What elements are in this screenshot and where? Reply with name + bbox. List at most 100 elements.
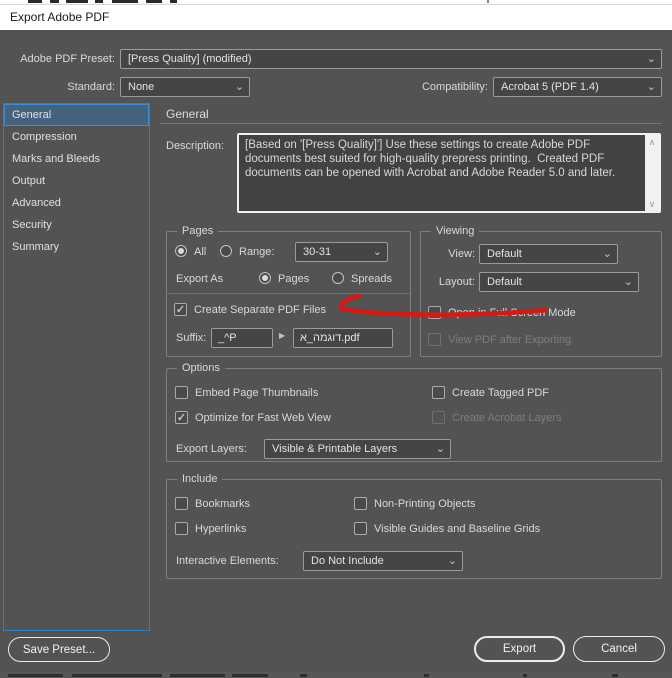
triangle-right-icon: ▶ <box>279 331 286 340</box>
sidebar-item-label: Security <box>12 219 52 231</box>
optimize-fast-web-view-checkbox[interactable]: ✓ <box>175 411 188 424</box>
export-button[interactable]: Export <box>474 636 565 662</box>
radio-dot <box>178 248 184 254</box>
range-radio-label: Range: <box>239 246 275 258</box>
sidebar-item-compression[interactable]: Compression <box>4 126 149 148</box>
include-group-legend: Include <box>177 473 223 485</box>
preset-value: [Press Quality] (modified) <box>128 53 252 65</box>
pages-group: Pages All Range: 30-31 ⌄ Export As Pages… <box>166 225 411 357</box>
compatibility-label: Compatibility: <box>421 81 488 93</box>
range-value: 30-31 <box>303 246 332 258</box>
save-preset-button[interactable]: Save Preset... <box>8 637 110 662</box>
spreads-radio-label: Spreads <box>351 273 392 285</box>
scroll-down-icon[interactable]: ∨ <box>645 197 659 211</box>
interactive-elements-select[interactable]: Do Not Include ⌄ <box>303 551 463 571</box>
create-separate-pdf-files-label: Create Separate PDF Files <box>194 304 327 316</box>
all-radio[interactable] <box>175 245 187 257</box>
background-app-sliver-bottom <box>0 672 672 678</box>
range-select[interactable]: 30-31 ⌄ <box>295 242 388 262</box>
description-scrollbar[interactable]: ∧ ∨ <box>645 135 659 211</box>
sidebar-item-output[interactable]: Output <box>4 170 149 192</box>
sidebar-item-label: Summary <box>12 241 60 253</box>
compatibility-select[interactable]: Acrobat 5 (PDF 1.4) ⌄ <box>493 77 662 97</box>
visible-guides-checkbox[interactable] <box>354 522 367 535</box>
range-radio[interactable] <box>220 245 232 257</box>
open-full-screen-label: Open in Full Screen Mode <box>448 307 576 319</box>
radio-dot <box>262 275 268 281</box>
chevron-down-icon: ⌄ <box>623 276 633 288</box>
compatibility-value: Acrobat 5 (PDF 1.4) <box>501 81 599 93</box>
view-value: Default <box>487 248 522 260</box>
view-pdf-after-exporting-label: View PDF after Exporting <box>448 334 572 346</box>
dialog-title-bar[interactable]: Export Adobe PDF <box>0 4 672 30</box>
chevron-down-icon: ⌄ <box>447 555 457 567</box>
chevron-down-icon: ⌄ <box>435 443 445 455</box>
create-tagged-pdf-checkbox[interactable] <box>432 386 445 399</box>
settings-section-list: General Compression Marks and Bleeds Out… <box>3 103 150 631</box>
pages-radio[interactable] <box>259 272 271 284</box>
heading-divider <box>160 123 662 124</box>
filename-preview-field: דוגמה_א.pdf <box>293 328 393 348</box>
sidebar-item-security[interactable]: Security <box>4 214 149 236</box>
optimize-fast-web-view-label: Optimize for Fast Web View <box>195 412 331 424</box>
check-icon: ✓ <box>176 412 187 424</box>
standard-select[interactable]: None ⌄ <box>120 77 250 97</box>
hyperlinks-checkbox[interactable] <box>175 522 188 535</box>
embed-page-thumbnails-checkbox[interactable] <box>175 386 188 399</box>
check-icon: ✓ <box>175 304 186 316</box>
description-text: [Based on '[Press Quality]'] Use these s… <box>245 139 616 179</box>
create-acrobat-layers-label: Create Acrobat Layers <box>452 412 562 424</box>
create-acrobat-layers-checkbox <box>432 411 445 424</box>
sidebar-item-advanced[interactable]: Advanced <box>4 192 149 214</box>
dialog-title: Export Adobe PDF <box>10 10 110 24</box>
bookmarks-label: Bookmarks <box>195 498 251 510</box>
export-layers-label: Export Layers: <box>176 443 247 455</box>
layout-label: Layout: <box>438 276 475 288</box>
suffix-label: Suffix: <box>176 332 207 344</box>
hyperlinks-label: Hyperlinks <box>195 523 247 535</box>
non-printing-objects-label: Non-Printing Objects <box>374 498 476 510</box>
suffix-input[interactable]: _^P <box>211 328 273 348</box>
sidebar-item-summary[interactable]: Summary <box>4 236 149 258</box>
export-as-label: Export As <box>176 273 224 285</box>
screenshot-root: Export Adobe PDF Adobe PDF Preset: [Pres… <box>0 0 672 678</box>
sidebar-item-marks-and-bleeds[interactable]: Marks and Bleeds <box>4 148 149 170</box>
chevron-down-icon: ⌄ <box>646 53 656 65</box>
non-printing-objects-checkbox[interactable] <box>354 497 367 510</box>
spreads-radio[interactable] <box>332 272 344 284</box>
panel-heading: General <box>166 107 209 121</box>
embed-page-thumbnails-label: Embed Page Thumbnails <box>195 387 319 399</box>
create-tagged-pdf-label: Create Tagged PDF <box>452 387 550 399</box>
chevron-down-icon: ⌄ <box>602 248 612 260</box>
sidebar-item-label: Output <box>12 175 46 187</box>
pages-group-legend: Pages <box>177 225 219 237</box>
viewing-group: Viewing View: Default ⌄ Layout: Default … <box>420 225 662 357</box>
view-select[interactable]: Default ⌄ <box>479 244 618 264</box>
sidebar-item-label: Compression <box>12 131 77 143</box>
export-layers-select[interactable]: Visible & Printable Layers ⌄ <box>264 439 451 459</box>
export-layers-value: Visible & Printable Layers <box>272 443 398 455</box>
create-separate-pdf-files-checkbox[interactable]: ✓ <box>174 303 187 316</box>
preset-select[interactable]: [Press Quality] (modified) ⌄ <box>120 49 662 69</box>
chevron-down-icon: ⌄ <box>372 246 382 258</box>
sidebar-item-general[interactable]: General <box>4 104 149 126</box>
sidebar-item-label: Advanced <box>12 197 61 209</box>
pages-radio-label: Pages <box>278 273 310 285</box>
layout-value: Default <box>487 276 522 288</box>
scroll-up-icon[interactable]: ∧ <box>645 135 659 149</box>
interactive-elements-value: Do Not Include <box>311 555 384 567</box>
layout-select[interactable]: Default ⌄ <box>479 272 639 292</box>
cancel-button[interactable]: Cancel <box>573 636 665 662</box>
standard-value: None <box>128 81 155 93</box>
viewing-group-legend: Viewing <box>431 225 480 237</box>
sidebar-item-label: Marks and Bleeds <box>12 153 101 165</box>
sidebar-item-label: General <box>12 109 52 121</box>
bookmarks-checkbox[interactable] <box>175 497 188 510</box>
visible-guides-label: Visible Guides and Baseline Grids <box>374 523 541 535</box>
interactive-elements-label: Interactive Elements: <box>176 555 279 567</box>
open-full-screen-checkbox[interactable] <box>428 306 441 319</box>
description-label: Description: <box>166 140 225 152</box>
description-textarea[interactable]: [Based on '[Press Quality]'] Use these s… <box>237 133 661 213</box>
background-app-sliver-top <box>0 0 672 4</box>
view-label: View: <box>448 248 475 260</box>
